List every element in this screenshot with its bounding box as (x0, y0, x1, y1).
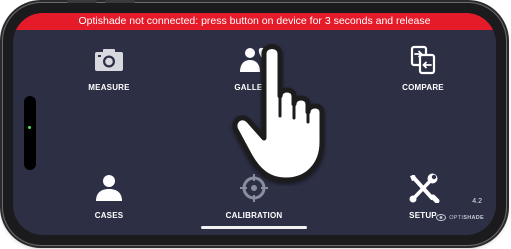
camera-indicator-dot (28, 126, 31, 129)
home-indicator[interactable] (201, 226, 307, 229)
dynamic-island (24, 96, 36, 170)
pointing-hand-icon (232, 44, 325, 183)
cases-label: CASES (94, 211, 124, 220)
cases-button[interactable]: CASES (54, 173, 164, 235)
compare-documents-icon (410, 45, 436, 75)
calibration-label: CALIBRATION (225, 211, 283, 220)
brand-light-text: OPTI (449, 214, 464, 221)
connection-warning-banner[interactable]: Optishade not connected: press button on… (13, 13, 496, 30)
measure-label: MEASURE (88, 83, 130, 92)
measure-button[interactable]: MEASURE (54, 45, 164, 109)
compare-button[interactable]: COMPARE (368, 45, 478, 109)
volume-button (67, 0, 97, 3)
brand-bold-text: SHADE (463, 214, 484, 221)
setup-label: SETUP (409, 211, 437, 220)
setup-button[interactable]: SETUP (368, 173, 478, 235)
camera-icon (95, 49, 123, 71)
compare-label: COMPARE (402, 83, 444, 92)
person-icon (96, 175, 122, 201)
tools-icon (409, 173, 440, 203)
volume-button-2 (105, 0, 135, 3)
app-version: 4.2 (472, 198, 482, 205)
optishade-logo: OPTI SHADE (436, 214, 484, 221)
eye-logo-icon (436, 214, 447, 221)
